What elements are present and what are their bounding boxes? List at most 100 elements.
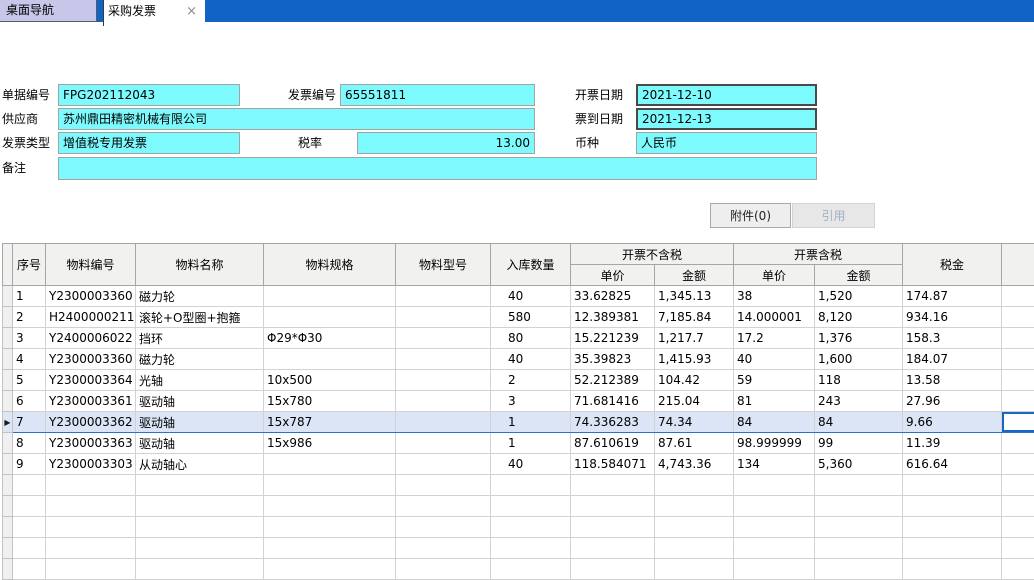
cell-amount_inc[interactable] (815, 517, 903, 538)
cell-seq[interactable]: 6 (13, 391, 46, 412)
cell-extra[interactable] (1002, 391, 1034, 412)
cell-qty[interactable]: 40 (491, 454, 571, 475)
cell-extra[interactable] (1002, 349, 1034, 370)
cell-model[interactable] (396, 391, 491, 412)
cell-seq[interactable]: 5 (13, 370, 46, 391)
cell-spec[interactable] (264, 517, 396, 538)
cell-amount_ex[interactable]: 87.61 (655, 433, 734, 454)
cell-price_inc[interactable]: 38 (734, 286, 815, 307)
cell-extra[interactable] (1002, 370, 1034, 391)
cell-name[interactable] (136, 475, 264, 496)
cell-model[interactable] (396, 328, 491, 349)
tab-purchase-invoice[interactable]: 采购发票 × (103, 0, 205, 26)
cell-seq[interactable] (13, 559, 46, 580)
cell-model[interactable] (396, 433, 491, 454)
cell-code[interactable] (46, 496, 136, 517)
row-indicator[interactable] (3, 475, 13, 496)
cell-tax[interactable]: 616.64 (903, 454, 1002, 475)
cell-model[interactable] (396, 517, 491, 538)
cell-qty[interactable] (491, 475, 571, 496)
cell-qty[interactable]: 1 (491, 433, 571, 454)
cell-spec[interactable] (264, 349, 396, 370)
cell-price_inc[interactable] (734, 559, 815, 580)
doc-no-field[interactable]: FPG202112043 (58, 84, 240, 106)
cell-amount_inc[interactable] (815, 538, 903, 559)
cell-seq[interactable]: 7 (13, 412, 46, 433)
cell-code[interactable]: Y2300003303 (46, 454, 136, 475)
cell-name[interactable] (136, 559, 264, 580)
cell-price_ex[interactable]: 52.212389 (571, 370, 655, 391)
row-indicator[interactable] (3, 496, 13, 517)
cell-spec[interactable] (264, 475, 396, 496)
cell-model[interactable] (396, 370, 491, 391)
cell-qty[interactable] (491, 496, 571, 517)
cell-price_ex[interactable]: 35.39823 (571, 349, 655, 370)
cell-seq[interactable]: 4 (13, 349, 46, 370)
cell-code[interactable]: H2400000211 (46, 307, 136, 328)
cell-spec[interactable] (264, 559, 396, 580)
cell-model[interactable] (396, 475, 491, 496)
row-indicator[interactable] (3, 391, 13, 412)
cell-code[interactable] (46, 475, 136, 496)
cell-seq[interactable]: 3 (13, 328, 46, 349)
cell-extra[interactable] (1002, 328, 1034, 349)
row-indicator[interactable] (3, 286, 13, 307)
cell-amount_ex[interactable] (655, 475, 734, 496)
cell-extra[interactable] (1002, 454, 1034, 475)
cell-model[interactable] (396, 496, 491, 517)
cell-tax[interactable]: 174.87 (903, 286, 1002, 307)
cell-tax[interactable] (903, 475, 1002, 496)
cell-qty[interactable] (491, 517, 571, 538)
cell-spec[interactable]: 10x500 (264, 370, 396, 391)
cell-price_inc[interactable]: 134 (734, 454, 815, 475)
cell-code[interactable]: Y2300003360 (46, 349, 136, 370)
cell-seq[interactable]: 2 (13, 307, 46, 328)
cell-spec[interactable]: 15x986 (264, 433, 396, 454)
cell-tax[interactable]: 184.07 (903, 349, 1002, 370)
cell-spec[interactable] (264, 538, 396, 559)
cell-amount_inc[interactable]: 8,120 (815, 307, 903, 328)
cell-extra[interactable] (1002, 412, 1034, 433)
cell-code[interactable] (46, 517, 136, 538)
cell-model[interactable] (396, 538, 491, 559)
row-indicator[interactable] (3, 328, 13, 349)
row-indicator[interactable] (3, 307, 13, 328)
cell-tax[interactable]: 9.66 (903, 412, 1002, 433)
cell-price_ex[interactable]: 74.336283 (571, 412, 655, 433)
cell-price_inc[interactable]: 59 (734, 370, 815, 391)
cell-model[interactable] (396, 349, 491, 370)
row-indicator[interactable] (3, 349, 13, 370)
invoice-date-field[interactable]: 2021-12-10 (636, 84, 817, 106)
row-indicator[interactable] (3, 370, 13, 391)
cell-seq[interactable]: 9 (13, 454, 46, 475)
cell-name[interactable] (136, 538, 264, 559)
cell-tax[interactable]: 27.96 (903, 391, 1002, 412)
attachment-button[interactable]: 附件(0) (710, 203, 791, 228)
cell-price_inc[interactable]: 98.999999 (734, 433, 815, 454)
cell-price_inc[interactable] (734, 517, 815, 538)
cell-amount_ex[interactable]: 7,185.84 (655, 307, 734, 328)
cell-qty[interactable] (491, 559, 571, 580)
cell-name[interactable]: 从动轴心 (136, 454, 264, 475)
cell-tax[interactable] (903, 517, 1002, 538)
cell-tax[interactable]: 11.39 (903, 433, 1002, 454)
cell-spec[interactable]: Φ29*Φ30 (264, 328, 396, 349)
cell-extra[interactable] (1002, 496, 1034, 517)
row-indicator[interactable] (3, 538, 13, 559)
cell-amount_ex[interactable]: 74.34 (655, 412, 734, 433)
cell-model[interactable] (396, 307, 491, 328)
cell-name[interactable]: 光轴 (136, 370, 264, 391)
cell-qty[interactable] (491, 538, 571, 559)
cell-amount_inc[interactable]: 84 (815, 412, 903, 433)
cell-price_inc[interactable]: 40 (734, 349, 815, 370)
cell-qty[interactable]: 40 (491, 349, 571, 370)
cell-model[interactable] (396, 559, 491, 580)
tax-rate-field[interactable]: 13.00 (357, 132, 535, 154)
cell-name[interactable]: 驱动轴 (136, 391, 264, 412)
cell-seq[interactable] (13, 496, 46, 517)
cell-amount_ex[interactable]: 215.04 (655, 391, 734, 412)
cell-code[interactable]: Y2300003362 (46, 412, 136, 433)
cell-extra[interactable] (1002, 475, 1034, 496)
cell-extra[interactable] (1002, 433, 1034, 454)
supplier-field[interactable]: 苏州鼎田精密机械有限公司 (58, 108, 535, 130)
